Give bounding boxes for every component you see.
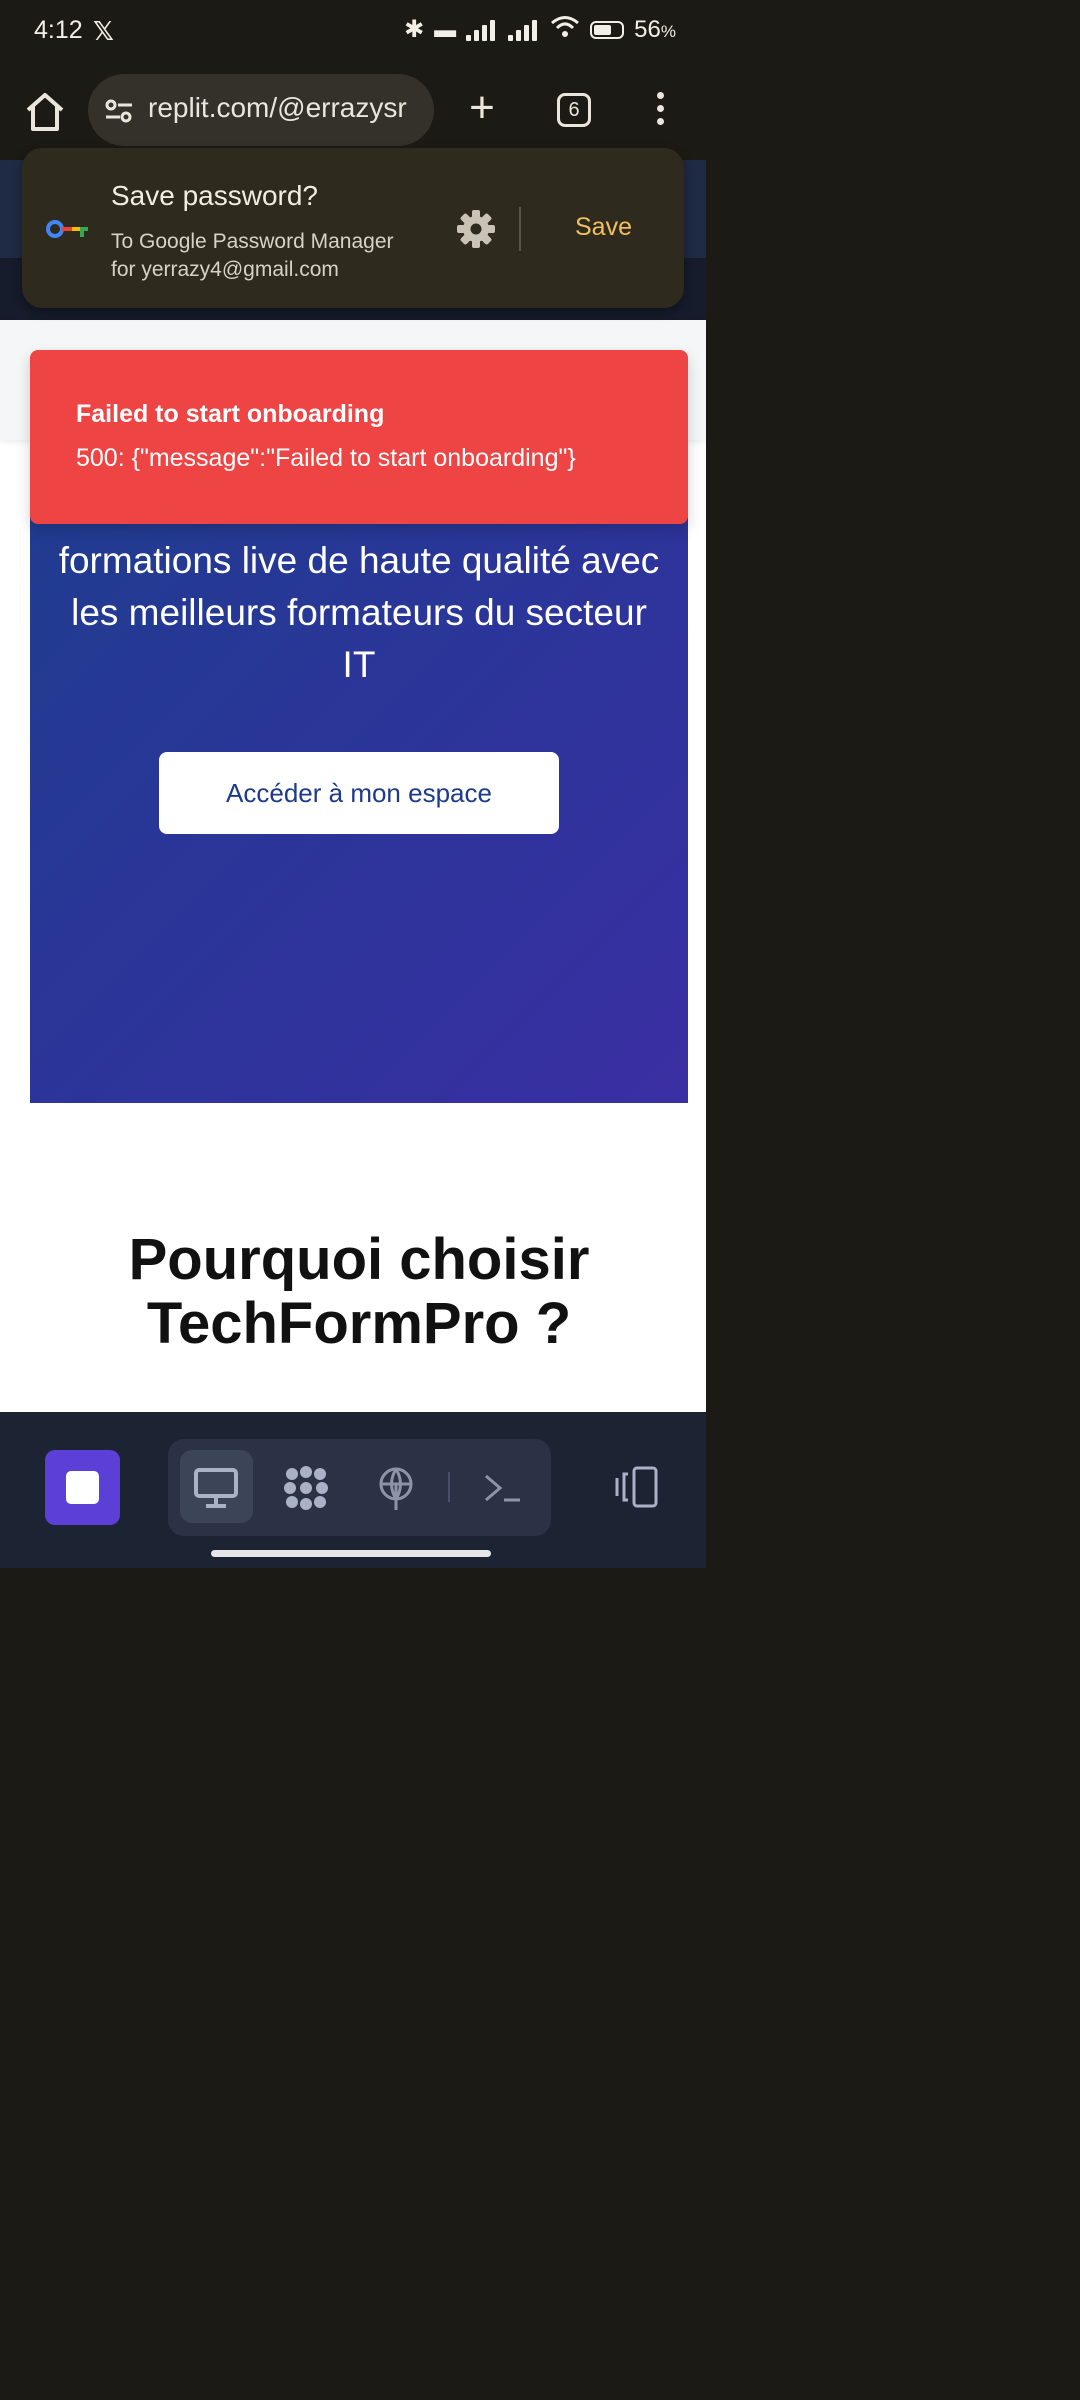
more-menu-button[interactable] xyxy=(650,92,670,132)
divider xyxy=(448,1472,450,1502)
save-password-title: Save password? xyxy=(111,180,319,211)
google-password-key-icon xyxy=(46,218,90,240)
bluetooth-icon: ✱ xyxy=(404,16,425,43)
stop-icon xyxy=(66,1471,99,1504)
divider xyxy=(519,207,521,251)
deploy-icon[interactable] xyxy=(372,1464,420,1512)
battery-level: 56% xyxy=(634,15,676,43)
tab-switcher-button[interactable]: 6 xyxy=(557,93,591,127)
hero-description: formations live de haute qualité avec le… xyxy=(58,540,660,685)
gear-icon xyxy=(457,210,495,248)
url-text[interactable]: replit.com/@errazysr xyxy=(148,92,428,124)
access-space-button[interactable]: Accéder à mon espace xyxy=(159,752,559,834)
x-app-notification-icon: 𝕏 xyxy=(93,16,114,46)
password-settings-button[interactable] xyxy=(455,208,497,250)
section-title: Pourquoi choisir TechFormPro ? xyxy=(128,1227,590,1356)
status-icons: ✱ ▬ 56% xyxy=(404,14,676,45)
save-password-button[interactable]: Save xyxy=(575,213,632,242)
site-settings-icon[interactable] xyxy=(104,98,134,124)
gesture-home-indicator[interactable] xyxy=(211,1550,491,1557)
home-icon xyxy=(26,93,64,131)
sleep-mode-icon: ▬ xyxy=(434,16,457,42)
status-time: 4:12 xyxy=(34,16,83,44)
new-tab-button[interactable]: + xyxy=(462,86,502,134)
toast-message: 500: {"message":"Failed to start onboard… xyxy=(76,444,576,472)
monitor-icon[interactable] xyxy=(192,1464,240,1512)
home-button[interactable] xyxy=(22,90,68,134)
error-toast xyxy=(30,350,688,524)
save-password-subtitle: To Google Password Manager for yerrazy4@… xyxy=(111,230,394,281)
signal-icon xyxy=(508,19,540,41)
signal-icon xyxy=(466,19,498,41)
wifi-icon xyxy=(550,14,580,45)
stop-button[interactable] xyxy=(45,1450,120,1525)
devices-icon[interactable] xyxy=(612,1466,660,1508)
toast-title: Failed to start onboarding xyxy=(76,400,385,428)
shell-icon[interactable] xyxy=(478,1464,526,1512)
agent-icon[interactable] xyxy=(282,1464,330,1512)
battery-icon xyxy=(590,20,625,39)
